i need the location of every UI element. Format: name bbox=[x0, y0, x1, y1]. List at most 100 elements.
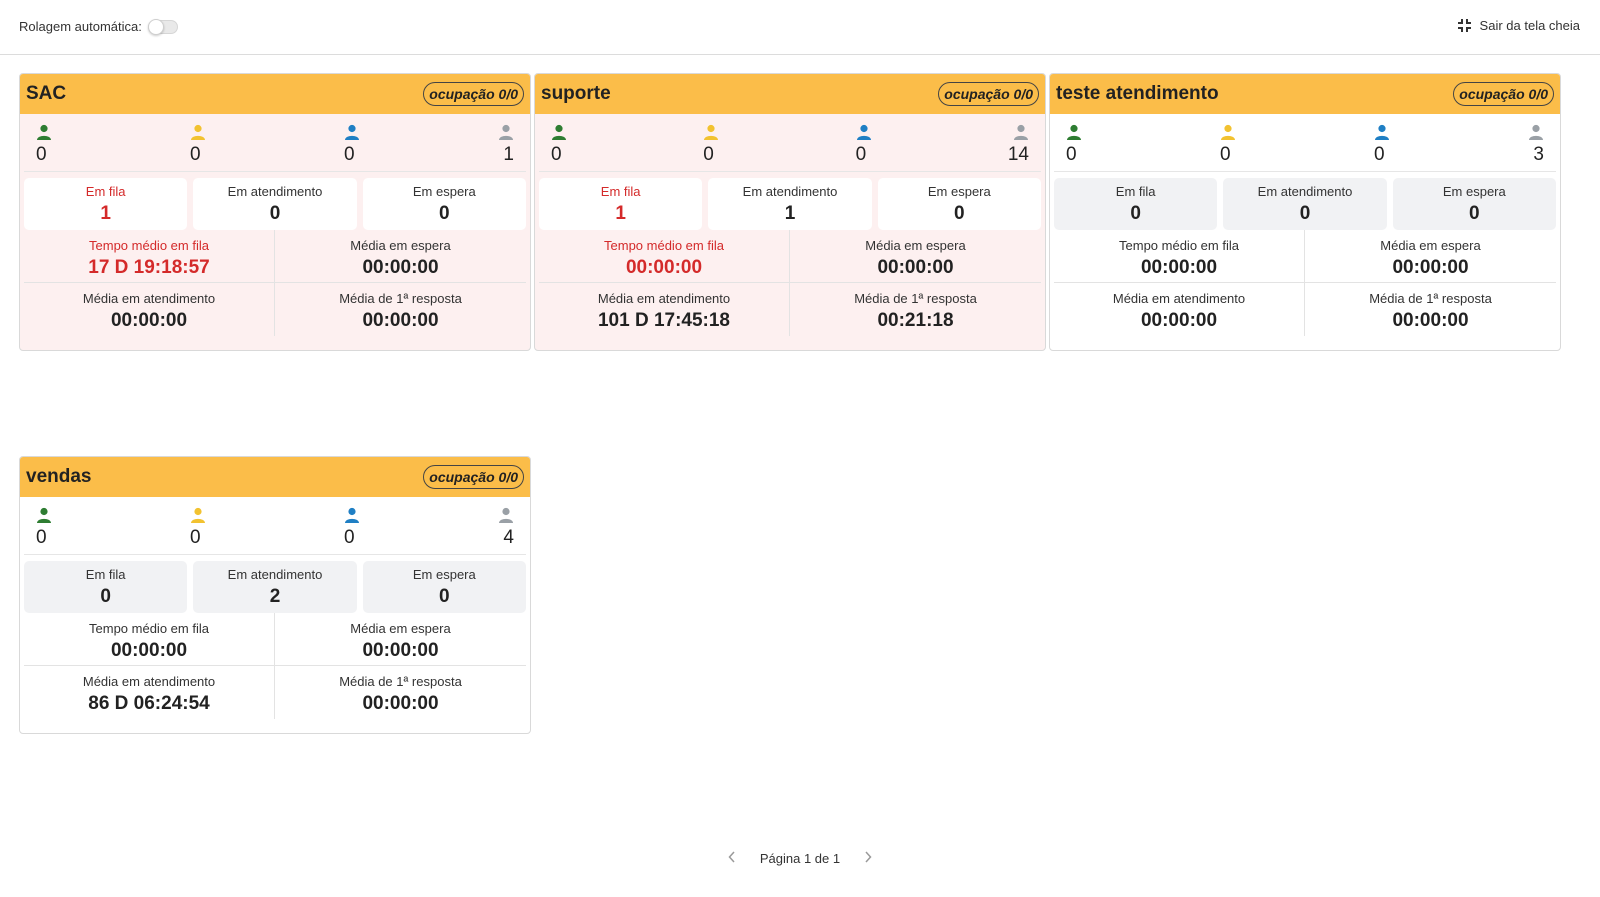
on-hold-value: 0 bbox=[439, 586, 450, 607]
agents-busy: 0 bbox=[856, 114, 872, 171]
agents-online: 0 bbox=[551, 114, 567, 171]
agents-paused-count: 0 bbox=[190, 144, 201, 165]
ticket-counts: Em fila 0 Em atendimento 2 Em espera 0 bbox=[20, 555, 530, 613]
avg-first-response-value: 00:00:00 bbox=[362, 693, 439, 714]
avg-service-time: Média em atendimento 00:00:00 bbox=[24, 283, 275, 336]
avg-first-response: Média de 1ª resposta 00:00:00 bbox=[1305, 283, 1556, 336]
user-paused-icon bbox=[191, 124, 205, 140]
on-hold-box: Em espera 0 bbox=[362, 561, 526, 613]
on-hold-label: Em espera bbox=[927, 184, 991, 199]
card-header: teste atendimento ocupação 0/0 bbox=[1050, 74, 1560, 114]
agents-online-count: 0 bbox=[1066, 144, 1077, 165]
on-hold-box: Em espera 0 bbox=[877, 178, 1041, 230]
chevron-left-icon bbox=[728, 851, 735, 863]
on-hold-value: 0 bbox=[439, 203, 450, 224]
agents-busy-count: 0 bbox=[855, 144, 867, 165]
avg-hold-time-value: 00:00:00 bbox=[362, 257, 439, 278]
in-queue-box: Em fila 0 bbox=[1054, 178, 1218, 230]
avg-hold-time: Média em espera 00:00:00 bbox=[790, 230, 1041, 283]
in-service-value: 1 bbox=[784, 203, 796, 224]
avg-queue-time: Tempo médio em fila 17 D 19:18:57 bbox=[24, 230, 275, 283]
occupancy-badge: ocupação 0/0 bbox=[423, 82, 524, 106]
agents-offline-count: 3 bbox=[1533, 144, 1544, 165]
user-busy-icon bbox=[345, 124, 359, 140]
in-service-value: 0 bbox=[269, 203, 281, 224]
on-hold-value: 0 bbox=[954, 203, 965, 224]
time-stats: Tempo médio em fila 00:00:00 Média em es… bbox=[539, 230, 1041, 336]
in-queue-value: 0 bbox=[1130, 203, 1141, 224]
in-service-box: Em atendimento 1 bbox=[708, 178, 872, 230]
ticket-counts: Em fila 0 Em atendimento 0 Em espera 0 bbox=[1050, 172, 1560, 230]
on-hold-label: Em espera bbox=[412, 184, 476, 199]
avg-service-time-value: 101 D 17:45:18 bbox=[597, 310, 731, 331]
agents-paused: 0 bbox=[703, 114, 719, 171]
user-offline-icon bbox=[1013, 124, 1028, 140]
avg-first-response-label: Média de 1ª resposta bbox=[854, 291, 977, 306]
avg-hold-time-label: Média em espera bbox=[350, 238, 451, 253]
queue-name: suporte bbox=[541, 83, 611, 104]
exit-fullscreen-button[interactable]: Sair da tela cheia bbox=[1457, 18, 1580, 33]
agents-online-count: 0 bbox=[36, 144, 47, 165]
exit-fullscreen-label: Sair da tela cheia bbox=[1479, 18, 1580, 33]
top-bar: Rolagem automática: Sair da tela cheia bbox=[0, 0, 1600, 55]
ticket-counts: Em fila 1 Em atendimento 0 Em espera 0 bbox=[20, 172, 530, 230]
agents-paused: 0 bbox=[190, 114, 206, 171]
avg-queue-time-label: Tempo médio em fila bbox=[89, 621, 209, 636]
avg-first-response: Média de 1ª resposta 00:00:00 bbox=[275, 666, 526, 719]
avg-service-time-label: Média em atendimento bbox=[82, 291, 216, 306]
avg-hold-time-label: Média em espera bbox=[350, 621, 451, 636]
avg-service-time-value: 86 D 06:24:54 bbox=[88, 693, 210, 714]
in-service-box: Em atendimento 2 bbox=[193, 561, 357, 613]
avg-hold-time-label: Média em espera bbox=[1380, 238, 1481, 253]
avg-queue-time-label: Tempo médio em fila bbox=[89, 238, 209, 253]
avg-first-response-value: 00:21:18 bbox=[877, 310, 954, 331]
on-hold-label: Em espera bbox=[412, 567, 476, 582]
next-page-button[interactable] bbox=[850, 850, 886, 866]
agents-paused: 0 bbox=[1220, 114, 1236, 171]
on-hold-value: 0 bbox=[1469, 203, 1480, 224]
user-online-icon bbox=[1067, 124, 1081, 140]
agent-status-row: 0 0 0 3 bbox=[1054, 114, 1556, 172]
avg-queue-time-value: 00:00:00 bbox=[625, 257, 703, 278]
agents-online: 0 bbox=[1066, 114, 1082, 171]
avg-hold-time-label: Média em espera bbox=[865, 238, 966, 253]
in-queue-value: 1 bbox=[100, 203, 111, 224]
agents-offline-count: 14 bbox=[1007, 144, 1029, 165]
auto-scroll-toggle[interactable] bbox=[147, 18, 178, 35]
occupancy-badge: ocupação 0/0 bbox=[423, 465, 524, 489]
in-service-label: Em atendimento bbox=[742, 184, 838, 199]
card-header: SAC ocupação 0/0 bbox=[20, 74, 530, 114]
user-paused-icon bbox=[191, 507, 205, 523]
time-stats: Tempo médio em fila 00:00:00 Média em es… bbox=[1054, 230, 1556, 336]
agents-offline: 1 bbox=[498, 114, 514, 171]
on-hold-label: Em espera bbox=[1442, 184, 1506, 199]
avg-queue-time-value: 00:00:00 bbox=[110, 640, 188, 661]
agents-busy: 0 bbox=[1374, 114, 1390, 171]
agents-offline: 14 bbox=[1008, 114, 1029, 171]
avg-service-time-value: 00:00:00 bbox=[1140, 310, 1218, 331]
occupancy-badge: ocupação 0/0 bbox=[1453, 82, 1554, 106]
in-queue-box: Em fila 1 bbox=[539, 178, 703, 230]
in-service-label: Em atendimento bbox=[227, 184, 323, 199]
avg-hold-time-value: 00:00:00 bbox=[877, 257, 954, 278]
agents-online: 0 bbox=[36, 114, 52, 171]
user-online-icon bbox=[37, 124, 51, 140]
avg-first-response-label: Média de 1ª resposta bbox=[339, 291, 462, 306]
in-queue-box: Em fila 1 bbox=[24, 178, 188, 230]
in-queue-label: Em fila bbox=[600, 184, 641, 199]
page-indicator: Página 1 de 1 bbox=[759, 850, 841, 866]
avg-hold-time: Média em espera 00:00:00 bbox=[1305, 230, 1556, 283]
avg-hold-time-value: 00:00:00 bbox=[362, 640, 439, 661]
queue-name: SAC bbox=[26, 83, 67, 104]
agents-busy-count: 0 bbox=[344, 527, 355, 548]
avg-queue-time-value: 00:00:00 bbox=[1140, 257, 1218, 278]
in-queue-label: Em fila bbox=[85, 567, 126, 582]
user-busy-icon bbox=[345, 507, 359, 523]
prev-page-button[interactable] bbox=[714, 850, 750, 866]
user-online-icon bbox=[37, 507, 51, 523]
agents-paused-count: 0 bbox=[190, 527, 201, 548]
avg-service-time-value: 00:00:00 bbox=[110, 310, 188, 331]
user-paused-icon bbox=[704, 124, 719, 140]
agents-online: 0 bbox=[36, 497, 52, 554]
agents-paused-count: 0 bbox=[1220, 144, 1231, 165]
